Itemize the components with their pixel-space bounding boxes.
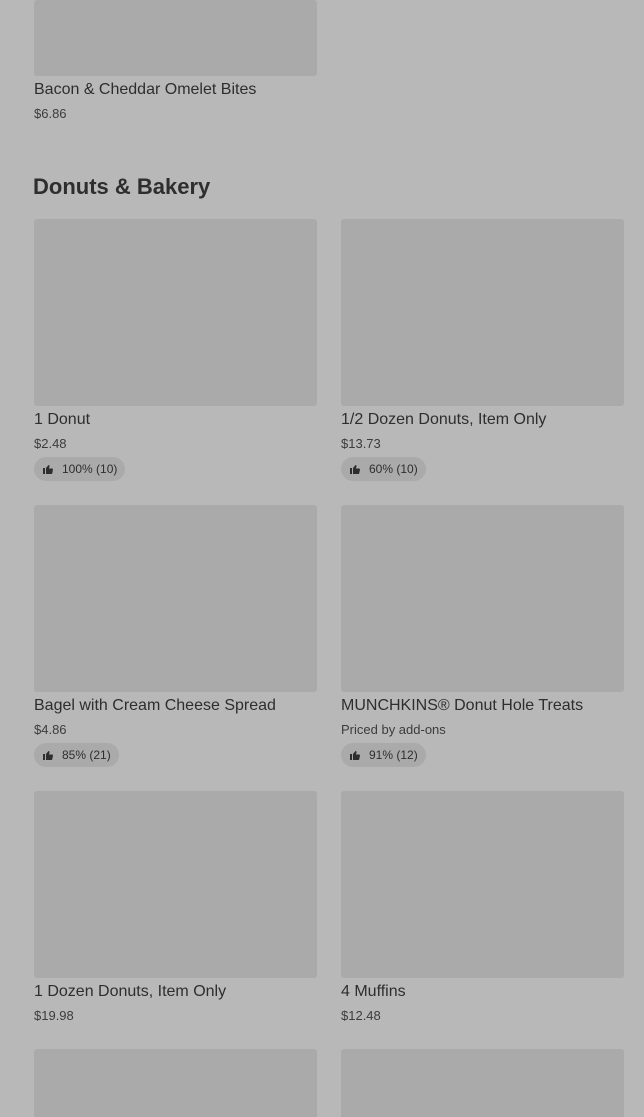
thumbs-up-icon xyxy=(43,464,53,475)
thumbs-up-icon xyxy=(350,464,360,475)
item-image[interactable] xyxy=(34,0,317,76)
item-name[interactable]: MUNCHKINS® Donut Hole Treats xyxy=(341,697,583,715)
menu-item-card[interactable]: 1/2 Dozen Donuts, Item Only $13.73 60% (… xyxy=(341,219,624,483)
rating-badge: 60% (10) xyxy=(341,457,426,481)
rating-text: 100% (10) xyxy=(62,462,118,476)
rating-text: 60% (10) xyxy=(369,462,418,476)
item-image[interactable] xyxy=(34,1049,317,1117)
item-price: $19.98 xyxy=(34,1008,74,1023)
item-price: $4.86 xyxy=(34,722,67,737)
item-image[interactable] xyxy=(341,791,624,978)
item-name[interactable]: 4 Muffins xyxy=(341,983,406,1001)
rating-text: 91% (12) xyxy=(369,748,418,762)
item-image[interactable] xyxy=(34,791,317,978)
section-title: Donuts & Bakery xyxy=(33,174,211,199)
rating-badge: 85% (21) xyxy=(34,743,119,767)
item-price: $12.48 xyxy=(341,1008,381,1023)
item-image[interactable] xyxy=(341,505,624,692)
item-price: $2.48 xyxy=(34,436,67,451)
item-name[interactable]: 1/2 Dozen Donuts, Item Only xyxy=(341,411,546,429)
menu-item-card[interactable]: MUNCHKINS® Donut Hole Treats Priced by a… xyxy=(341,505,624,769)
item-name[interactable]: 1 Dozen Donuts, Item Only xyxy=(34,983,226,1001)
menu-item-card[interactable]: 1 Dozen Donuts, Item Only $19.98 xyxy=(34,791,317,1031)
item-price: $13.73 xyxy=(341,436,381,451)
item-image[interactable] xyxy=(341,1049,624,1117)
item-name[interactable]: Bagel with Cream Cheese Spread xyxy=(34,697,276,715)
thumbs-up-icon xyxy=(350,750,360,761)
thumbs-up-icon xyxy=(43,750,53,761)
item-image[interactable] xyxy=(341,219,624,406)
item-image[interactable] xyxy=(34,505,317,692)
item-price: Priced by add-ons xyxy=(341,722,446,737)
item-name[interactable]: Bacon & Cheddar Omelet Bites xyxy=(34,81,256,99)
menu-item-card[interactable]: 1 Donut $2.48 100% (10) xyxy=(34,219,317,483)
item-image[interactable] xyxy=(34,219,317,406)
item-price: $6.86 xyxy=(34,106,67,121)
menu-item-card[interactable]: Bagel with Cream Cheese Spread $4.86 85%… xyxy=(34,505,317,769)
rating-text: 85% (21) xyxy=(62,748,111,762)
menu-item-card[interactable]: 4 Muffins $12.48 xyxy=(341,791,624,1031)
rating-badge: 100% (10) xyxy=(34,457,126,481)
rating-badge: 91% (12) xyxy=(341,743,426,767)
item-name[interactable]: 1 Donut xyxy=(34,411,90,429)
